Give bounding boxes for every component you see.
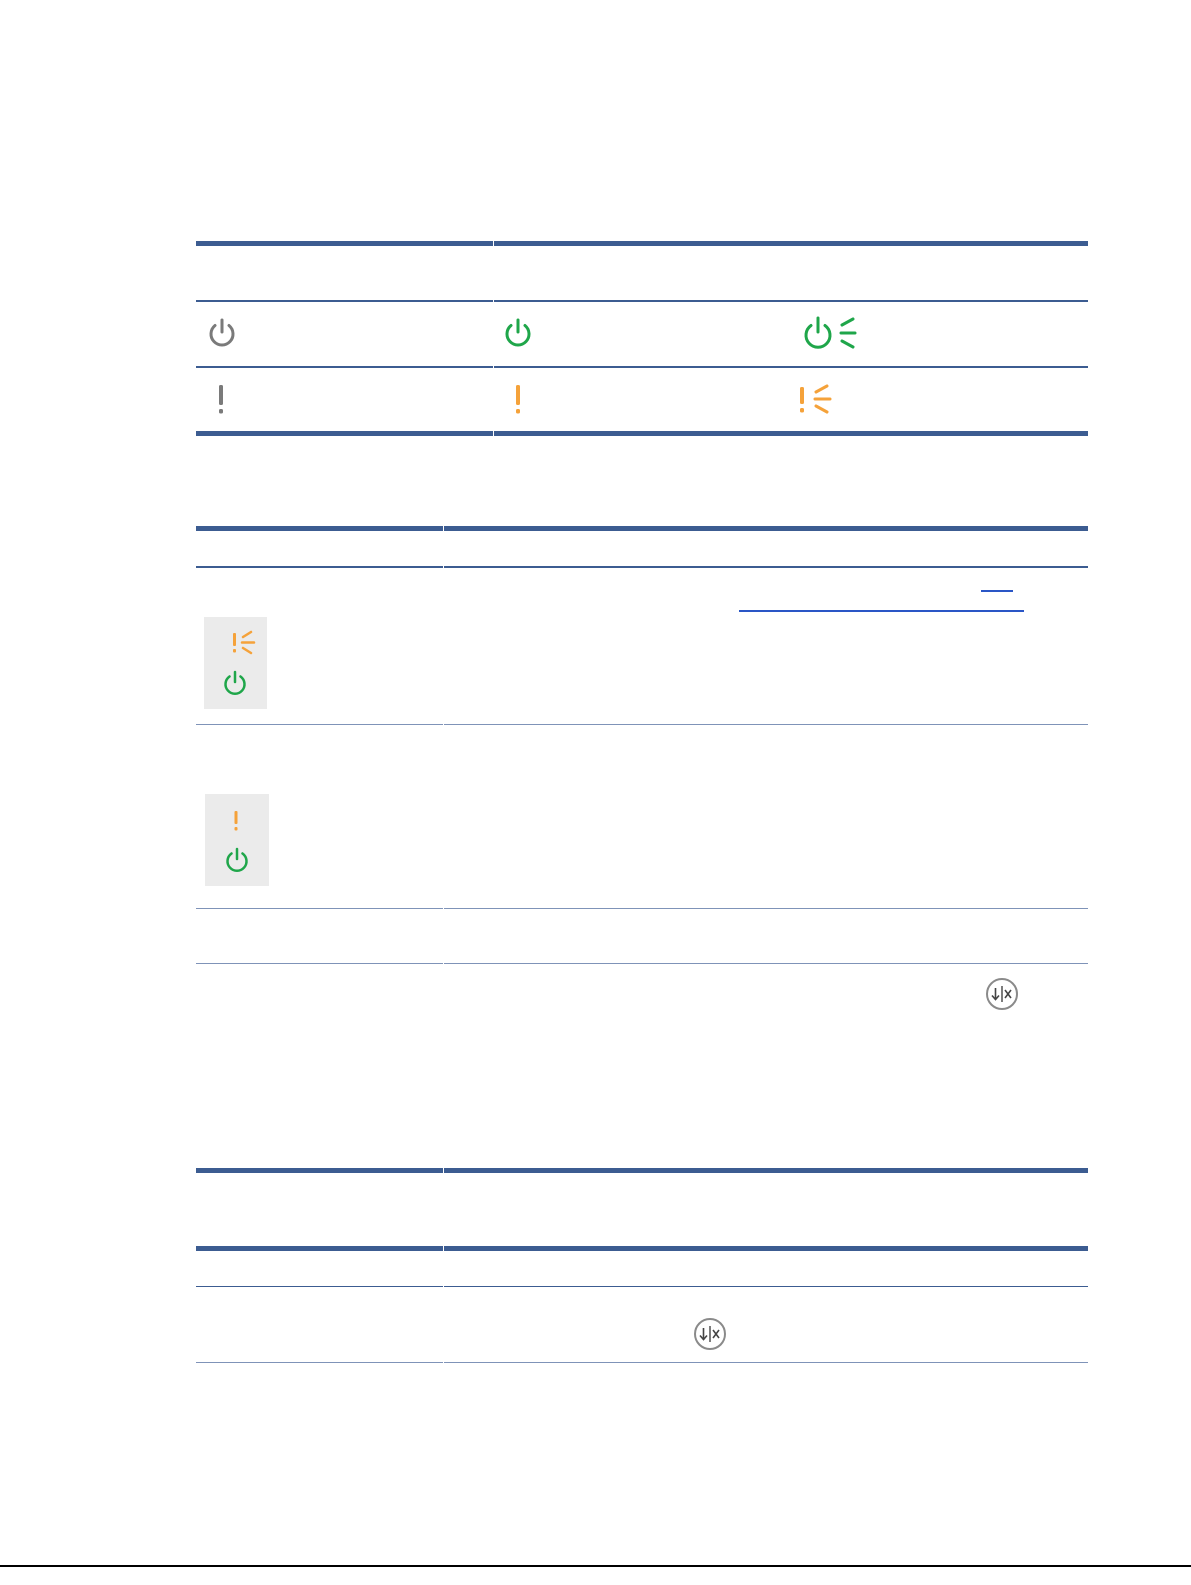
status-table-top-rule [196,526,1088,531]
attention-on-icon [234,811,238,831]
attention-blinking-icon [800,384,832,414]
action-table-bottom-rule [196,1362,1088,1363]
attention-off-icon [219,385,223,414]
action-table-header-rule [196,1286,1088,1287]
status-table-row-rule [196,724,1088,725]
status-table-header-rule [196,566,1088,568]
attention-on-icon [516,385,520,414]
attention-blinking-icon [233,630,256,655]
status-table-column-divider [443,526,444,1173]
legend-table-top-rule [196,241,1088,246]
legend-table-bottom-rule [196,431,1088,436]
resume-cancel-icon [986,978,1018,1010]
power-on-icon [505,318,531,347]
link-underline[interactable] [739,610,1024,612]
action-table-top-rule [196,1246,1088,1251]
link-underline-end[interactable] [981,590,1013,592]
status-table-row-rule [196,963,1088,964]
status-table-row-rule [196,908,1088,909]
power-blinking-icon [804,316,857,349]
legend-table-row-rule [196,366,1088,368]
control-panel-illustration [205,794,269,886]
action-table-column-divider [443,1246,444,1364]
resume-cancel-icon [694,1318,726,1350]
power-off-icon [209,318,235,347]
control-panel-illustration [204,617,267,709]
legend-table-column-divider [493,241,494,436]
power-on-icon [226,847,248,872]
power-on-icon [224,670,246,695]
legend-table-header-rule [196,300,1088,302]
page-footer-rule [0,1565,1191,1567]
status-table-bottom-rule [196,1168,1088,1173]
